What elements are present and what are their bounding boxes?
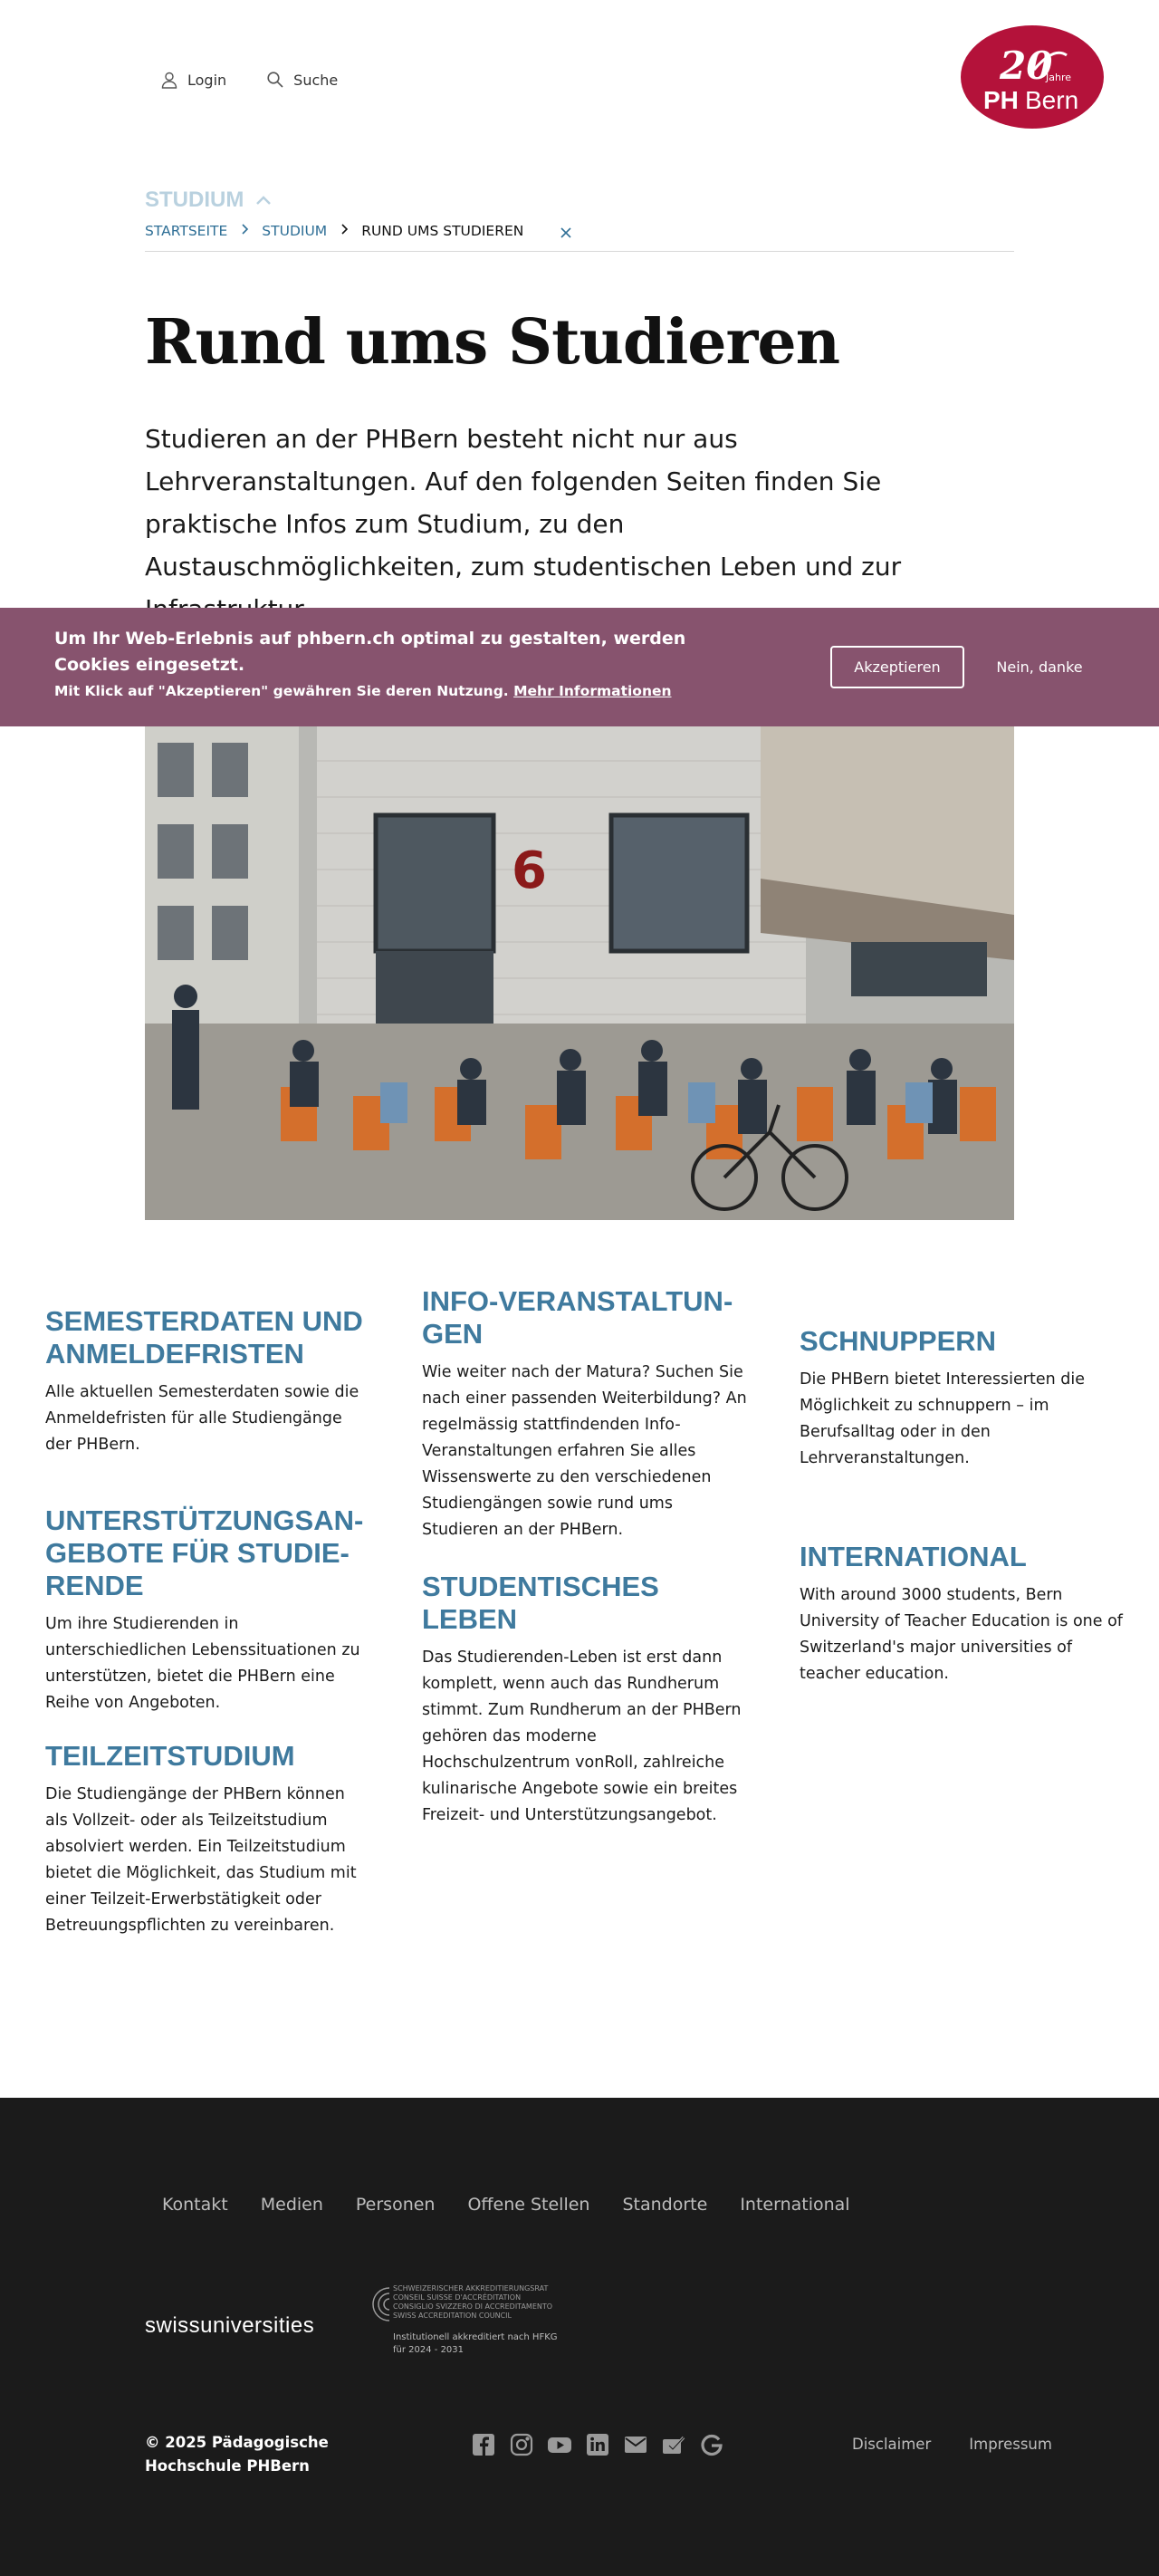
checklist-icon[interactable] — [661, 2432, 686, 2457]
accreditation-line: Conseil suisse d'accréditation — [393, 2293, 522, 2302]
breadcrumb-home[interactable]: STARTSEITE — [145, 223, 227, 239]
teaser-text: Die Studiengänge der PHBern können als V… — [45, 1785, 357, 1935]
copyright: © 2025 Pädagogische Hochschule PHBern — [145, 2434, 329, 2475]
footer-link-international[interactable]: International — [740, 2195, 849, 2215]
building-number: 6 — [512, 841, 547, 900]
search-label: Suche — [293, 71, 339, 89]
impressum-link[interactable]: Impressum — [969, 2436, 1052, 2453]
lead-text: Studieren an der PHBern besteht nicht nu… — [145, 424, 902, 624]
facebook-icon[interactable] — [471, 2432, 496, 2457]
close-icon[interactable] — [560, 226, 572, 239]
search-icon — [267, 72, 283, 88]
logo-number: 20 — [999, 43, 1052, 88]
swissuniversities-logo[interactable]: swissuniversities — [145, 2313, 314, 2339]
linkedin-icon[interactable] — [585, 2432, 610, 2457]
teaser-text: Die PHBern bietet Interessierten die Mög… — [800, 1370, 1086, 1467]
utility-nav: Login Suche — [160, 71, 338, 89]
cookie-sub-label: Mit Klick auf "Akzeptieren" gewähren Sie… — [54, 683, 509, 699]
footer-link-standorte[interactable]: Standorte — [622, 2195, 707, 2215]
teaser-text: Alle aktuellen Semesterdaten sowie die A… — [45, 1383, 359, 1454]
instagram-icon[interactable] — [509, 2432, 534, 2457]
accreditation-mark-icon — [372, 2287, 390, 2321]
phbern-logo[interactable]: 20 Jahre PH Bern — [960, 24, 1105, 130]
footer: Kontakt Medien Personen Offene Stellen S… — [0, 2098, 1159, 2576]
teaser-text: With around 3000 students, Bern Universi… — [800, 1586, 1123, 1683]
footer-link-personen[interactable]: Personen — [356, 2195, 436, 2215]
teaser-info-veranstaltungen[interactable]: INFO-VERANSTALTUN­GEN Wie weiter nach de… — [422, 1285, 748, 1543]
accreditation-line: Consiglio svizzero di accreditamento — [393, 2302, 553, 2311]
breadcrumb: STARTSEITE STUDIUM RUND UMS STUDIEREN — [145, 223, 1014, 252]
cookie-banner: Um Ihr Web-Erlebnis auf phbern.ch optima… — [0, 608, 1159, 726]
search-link[interactable]: Suche — [266, 71, 338, 89]
teaser-unterstuetzung[interactable]: UNTERSTÜTZUNGSAN­GEBOTE FÜR STUDIE­RENDE… — [45, 1504, 371, 1716]
disclaimer-link[interactable]: Disclaimer — [852, 2436, 931, 2453]
user-icon — [161, 72, 177, 89]
teaser-title: INTERNATIONAL — [800, 1541, 1027, 1572]
accreditation-note: Institutionell akkreditiert nach HFKG fü… — [393, 2332, 558, 2355]
teaser-text: Um ihre Studierenden in unterschiedliche… — [45, 1615, 360, 1712]
logo-ph: PH — [983, 86, 1019, 114]
chevron-right-icon — [341, 224, 349, 235]
cookie-text: Um Ihr Web-Erlebnis auf phbern.ch optima… — [54, 629, 686, 675]
teaser-title: STUDENTISCHES LEBEN — [422, 1571, 659, 1635]
teaser-international[interactable]: INTERNATIONAL With around 3000 students,… — [800, 1541, 1125, 1687]
more-info-link[interactable]: Mehr Informationen — [513, 683, 671, 699]
teaser-text: Wie weiter nach der Matura? Suchen Sie n… — [422, 1363, 747, 1539]
logo-bern: Bern — [1025, 86, 1078, 114]
teaser-semesterdaten[interactable]: SEMESTERDATEN UND ANMELDEFRISTEN Alle ak… — [45, 1305, 371, 1458]
breadcrumb-studium[interactable]: STUDIUM — [262, 223, 327, 239]
chevron-up-icon — [256, 196, 272, 205]
teaser-teilzeitstudium[interactable]: TEILZEITSTUDIUM Die Studiengänge der PHB… — [45, 1740, 371, 1939]
teaser-title: INFO-VERANSTALTUN­GEN — [422, 1285, 733, 1350]
cookie-subtext: Mit Klick auf "Akzeptieren" gewähren Sie… — [54, 683, 672, 699]
section-label: STUDIUM — [145, 187, 244, 212]
teaser-title: SCHNUPPERN — [800, 1325, 997, 1357]
teaser-title: TEILZEITSTUDIUM — [45, 1740, 295, 1772]
footer-link-kontakt[interactable]: Kontakt — [162, 2195, 228, 2215]
teaser-studentisches-leben[interactable]: STUDENTISCHES LEBEN Das Studierenden-Leb… — [422, 1571, 748, 1829]
teaser-title: UNTERSTÜTZUNGSAN­GEBOTE FÜR STUDIE­RENDE — [45, 1504, 364, 1601]
page-title: Rund ums Studieren — [145, 306, 840, 379]
login-link[interactable]: Login — [160, 71, 226, 89]
youtube-icon[interactable] — [547, 2432, 572, 2457]
google-icon[interactable] — [699, 2432, 724, 2457]
accreditation-line: Swiss Accreditation Council — [393, 2312, 512, 2320]
campus-photo: 6 — [145, 725, 1014, 1220]
chevron-right-icon — [242, 224, 249, 235]
login-label: Login — [187, 71, 227, 89]
accept-button[interactable]: Akzeptieren — [830, 646, 964, 688]
social-links — [471, 2432, 724, 2457]
footer-link-offene-stellen[interactable]: Offene Stellen — [467, 2195, 589, 2215]
teaser-schnuppern[interactable]: SCHNUPPERN Die PHBern bietet Interessier… — [800, 1325, 1125, 1472]
logo-jahre: Jahre — [1045, 72, 1071, 83]
section-toggle[interactable]: STUDIUM — [145, 187, 273, 213]
footer-nav: Kontakt Medien Personen Offene Stellen S… — [162, 2195, 850, 2215]
accreditation-badge[interactable]: Schweizerischer Akkreditierungsrat Conse… — [371, 2284, 570, 2357]
teaser-text: Das Studierenden-Leben ist erst dann kom… — [422, 1648, 742, 1824]
decline-button[interactable]: Nein, danke — [985, 646, 1094, 688]
accreditation-lines: Schweizerischer Akkreditierungsrat Conse… — [393, 2284, 570, 2321]
breadcrumb-current: RUND UMS STUDIEREN — [361, 223, 524, 239]
accreditation-line: Schweizerischer Akkreditierungsrat — [393, 2284, 549, 2292]
teaser-title: SEMESTERDATEN UND ANMELDEFRISTEN — [45, 1305, 363, 1370]
footer-link-medien[interactable]: Medien — [261, 2195, 323, 2215]
mail-icon[interactable] — [623, 2432, 648, 2457]
legal-links: Disclaimer Impressum — [852, 2436, 1052, 2453]
